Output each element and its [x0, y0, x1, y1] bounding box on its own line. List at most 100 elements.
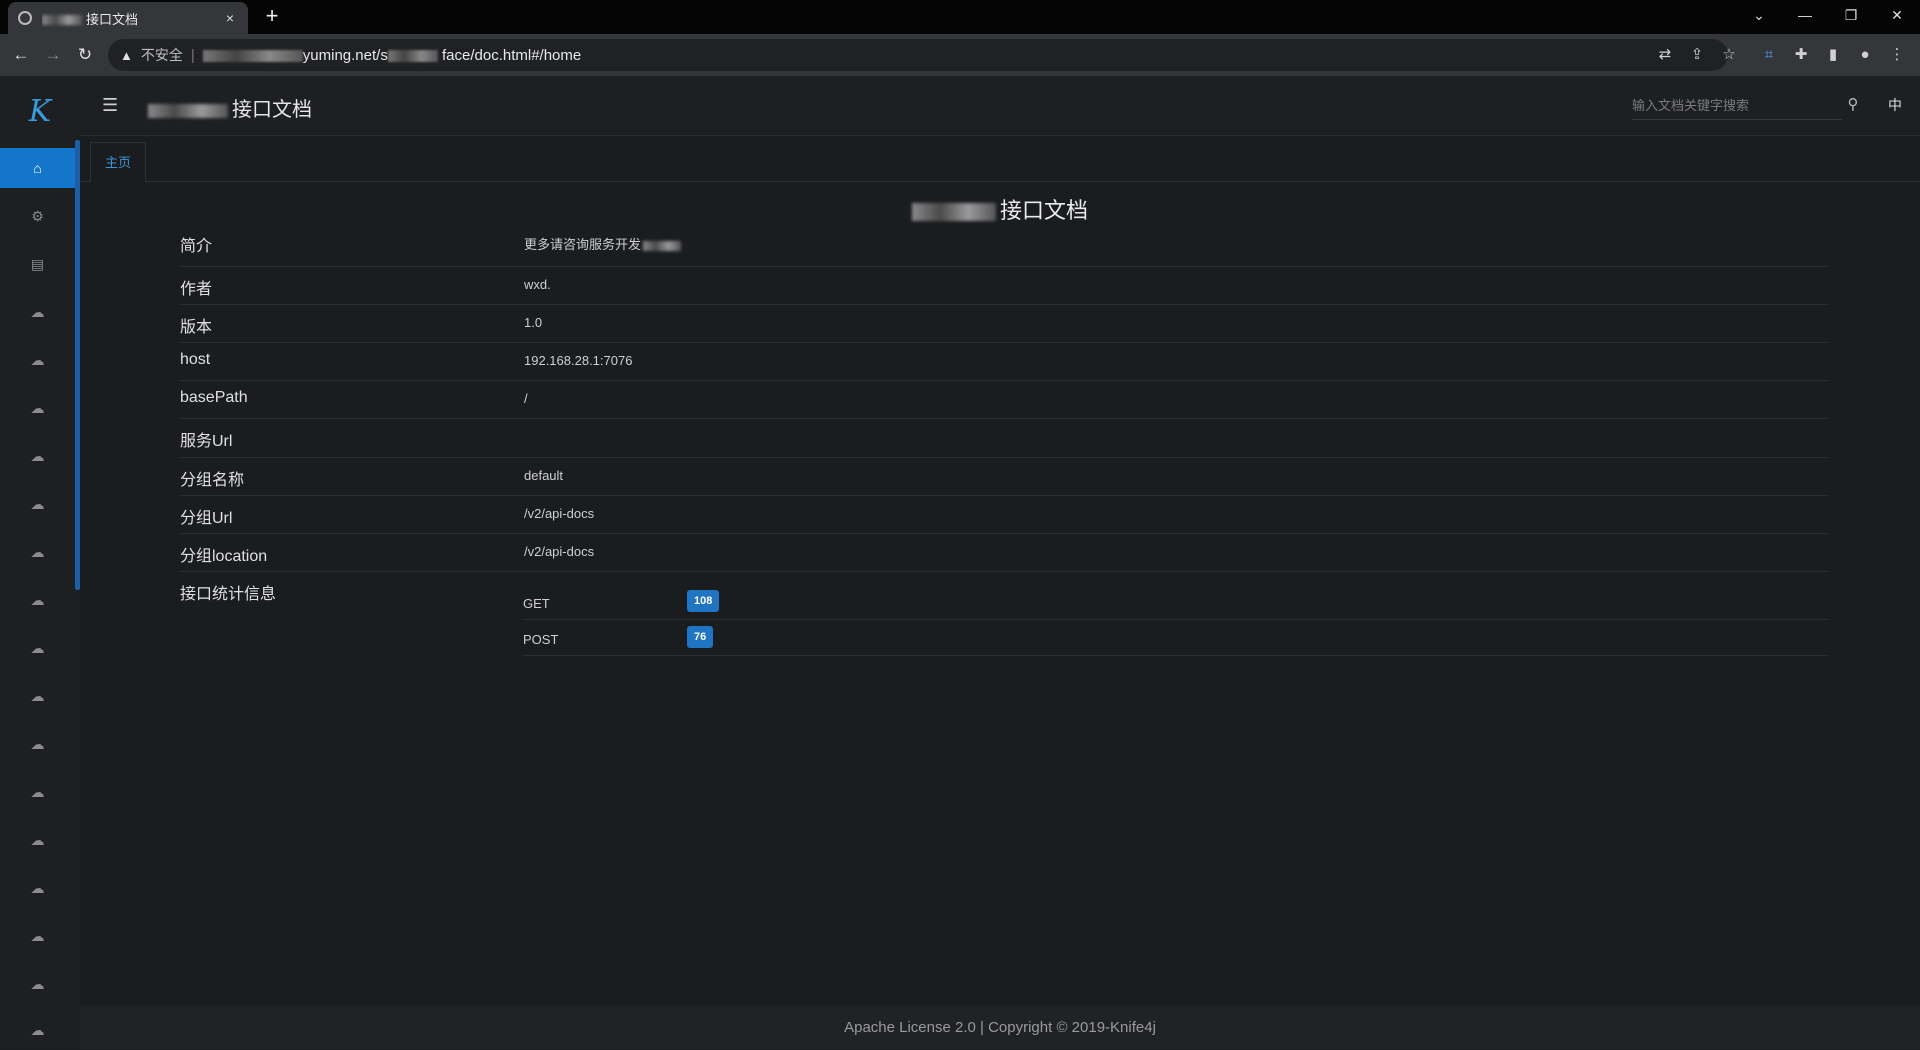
api-group-menu-item[interactable]: ☁ [0, 916, 75, 956]
info-label: 简介 [180, 238, 213, 255]
new-tab-button[interactable]: + [260, 4, 284, 28]
language-switch[interactable]: 中 [1880, 94, 1910, 116]
api-group-menu-item[interactable]: ☁ [0, 868, 75, 908]
cloud-icon: ☁ [30, 927, 45, 944]
close-window-button[interactable]: ✕ [1874, 0, 1920, 30]
search-input[interactable]: 输入文档关键字搜索 [1632, 92, 1842, 120]
info-row: 简介 更多请咨询服务开发 [180, 223, 1828, 267]
translate-icon[interactable]: ⇄ [1654, 44, 1676, 66]
redacted-text [911, 203, 996, 222]
app-header: ☰ 接口文档 输入文档关键字搜索 ⚲ 中 [80, 76, 1920, 136]
minimize-button[interactable]: — [1782, 0, 1828, 30]
api-group-menu-item[interactable]: ☁ [0, 964, 75, 1004]
redacted-text [202, 49, 303, 62]
side-panel-icon[interactable]: ▮ [1822, 44, 1844, 66]
info-value: 1.0 [524, 315, 543, 330]
tab-title: 接口文档 [86, 11, 139, 27]
profile-avatar-icon[interactable]: ● [1854, 44, 1876, 66]
cloud-icon: ☁ [30, 399, 45, 416]
browser-tab[interactable]: 接口文档 × [8, 2, 248, 34]
api-group-menu-item[interactable]: ☁ [0, 820, 75, 860]
browser-menu-icon[interactable]: ⋮ [1886, 44, 1908, 66]
share-icon[interactable]: ⇪ [1686, 44, 1708, 66]
bookmark-star-icon[interactable]: ☆ [1718, 44, 1740, 66]
cloud-icon: ☁ [30, 879, 45, 896]
page-title: 接口文档 [148, 93, 312, 122]
api-group-menu-item[interactable]: ☁ [0, 388, 75, 428]
gear-icon: ⚙ [31, 207, 44, 224]
globe-icon [18, 11, 32, 25]
info-value: / [524, 391, 528, 406]
info-label: 分组名称 [180, 472, 245, 489]
cloud-icon: ☁ [30, 1021, 45, 1038]
footer: Apache License 2.0 | Copyright © 2019-Kn… [80, 1006, 1920, 1049]
http-method: GET [523, 596, 550, 611]
tab-search-icon[interactable]: ⌄ [1736, 0, 1782, 30]
info-value: /v2/api-docs [524, 544, 595, 559]
cloud-icon: ☁ [30, 495, 45, 512]
info-value: default [524, 468, 564, 483]
api-group-menu-item[interactable]: ☁ [0, 340, 75, 380]
info-row: 服务Url [180, 419, 1828, 458]
home-content: 接口文档 简介 更多请咨询服务开发 作者 wxd. 版本 1.0 host 19… [80, 183, 1920, 1005]
browser-toolbar: ← → ↻ ▲ 不安全 | yuming.net/s face/doc.html… [0, 34, 1920, 76]
info-row: 作者 wxd. [180, 267, 1828, 305]
redacted-text [643, 240, 682, 251]
tab-home[interactable]: 主页 [90, 142, 146, 182]
extension-crop-icon[interactable]: ⌗ [1758, 44, 1780, 66]
info-row: 分组Url /v2/api-docs [180, 496, 1828, 534]
http-method: POST [523, 632, 559, 647]
reload-icon[interactable]: ↻ [72, 42, 98, 68]
cloud-icon: ☁ [30, 735, 45, 752]
api-group-menu-item[interactable]: ☁ [0, 532, 75, 572]
cloud-icon: ☁ [30, 831, 45, 848]
info-row: 分组名称 default [180, 458, 1828, 496]
redacted-text [148, 103, 228, 118]
info-label: 服务Url [180, 433, 233, 450]
api-group-menu-item[interactable]: ☁ [0, 580, 75, 620]
knife4j-app: K ⌂ ⚙ ▤ ☁ ☁ ☁ ☁ ☁ ☁ ☁ ☁ ☁ ☁ ☁ ☁ ☁ ☁ ☁ ☁ … [0, 76, 1920, 1049]
document-icon: ▤ [30, 255, 45, 272]
info-label: host [180, 351, 211, 368]
search-icon[interactable]: ⚲ [1842, 94, 1864, 116]
doc-main-title: 接口文档 [80, 193, 1920, 225]
home-menu-item[interactable]: ⌂ [0, 148, 75, 188]
api-group-menu-item[interactable]: ☁ [0, 676, 75, 716]
info-value: /v2/api-docs [524, 506, 595, 521]
info-label: 接口统计信息 [180, 586, 277, 603]
cloud-icon: ☁ [30, 591, 45, 608]
cloud-icon: ☁ [30, 783, 45, 800]
info-row: basePath / [180, 381, 1828, 419]
sidebar: K ⌂ ⚙ ▤ ☁ ☁ ☁ ☁ ☁ ☁ ☁ ☁ ☁ ☁ ☁ ☁ ☁ ☁ ☁ ☁ [0, 76, 80, 1049]
cloud-icon: ☁ [30, 543, 45, 560]
close-tab-icon[interactable]: × [222, 10, 238, 26]
stat-row-get: GET 108 [523, 584, 1828, 620]
api-group-menu-item[interactable]: ☁ [0, 1010, 75, 1050]
info-row: 分组location /v2/api-docs [180, 534, 1828, 572]
restore-button[interactable]: ❐ [1828, 0, 1874, 30]
api-group-menu-item[interactable]: ☁ [0, 292, 75, 332]
insecure-label: 不安全 [140, 47, 183, 63]
redacted-text [42, 15, 82, 26]
back-icon[interactable]: ← [8, 42, 34, 68]
stat-row-post: POST 76 [523, 620, 1828, 656]
menu-fold-icon[interactable]: ☰ [102, 94, 124, 116]
browser-tabbar: 接口文档 × + ⌄ — ❐ ✕ [0, 0, 1920, 34]
count-badge: 108 [687, 590, 720, 612]
extensions-puzzle-icon[interactable]: ✚ [1790, 44, 1812, 66]
api-group-menu-item[interactable]: ☁ [0, 484, 75, 524]
api-group-menu-item[interactable]: ☁ [0, 772, 75, 812]
info-value: 更多请咨询服务开发 [524, 234, 685, 253]
api-group-menu-item[interactable]: ☁ [0, 724, 75, 764]
forward-icon[interactable]: → [40, 42, 66, 68]
warning-icon: ▲ [120, 47, 133, 63]
page-tabs: 主页 [80, 138, 1920, 182]
api-group-menu-item[interactable]: ☁ [0, 436, 75, 476]
api-group-menu-item[interactable]: ☁ [0, 628, 75, 668]
knife4j-logo[interactable]: K [0, 76, 80, 146]
offline-doc-menu-item[interactable]: ▤ [0, 244, 75, 284]
settings-menu-item[interactable]: ⚙ [0, 196, 75, 236]
address-bar[interactable]: ▲ 不安全 | yuming.net/s face/doc.html#/home [108, 39, 1728, 71]
count-badge: 76 [687, 626, 714, 648]
info-label: 版本 [180, 319, 213, 336]
